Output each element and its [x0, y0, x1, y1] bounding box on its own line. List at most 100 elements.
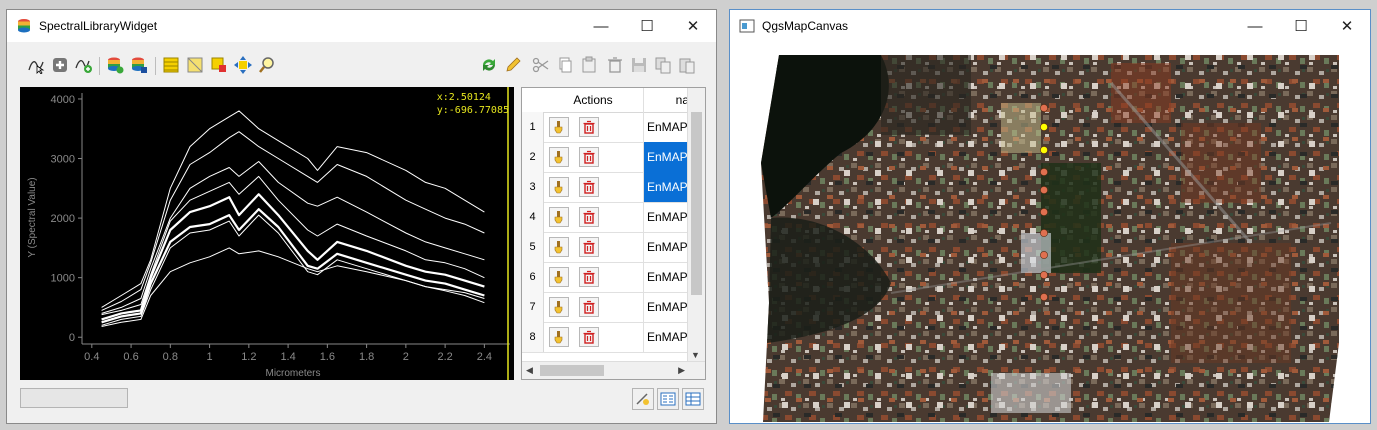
zoom-to-selection-icon[interactable]: [256, 54, 278, 76]
profile-location-point[interactable]: [1040, 186, 1048, 194]
scroll-left-arrow-icon[interactable]: ◀: [526, 365, 533, 376]
profile-location-point[interactable]: [1040, 251, 1048, 259]
trash-icon: [583, 180, 595, 194]
cursor-x-readout: x:2.50124: [436, 92, 491, 103]
table-view-button[interactable]: [682, 388, 704, 410]
reload-icon[interactable]: [478, 54, 500, 76]
paste-icon[interactable]: [578, 54, 600, 76]
remove-profile-button[interactable]: [579, 297, 599, 317]
edit-profile-button[interactable]: [549, 237, 569, 257]
delete-icon[interactable]: [604, 54, 626, 76]
horizontal-scroll-thumb[interactable]: [540, 365, 604, 376]
select-profile-icon-2[interactable]: [208, 54, 230, 76]
copy-table-icon[interactable]: [652, 54, 674, 76]
table-row[interactable]: 3 EnMAP: [522, 172, 689, 203]
form-view-button[interactable]: [657, 388, 679, 410]
table-row[interactable]: 5 EnMAP: [522, 232, 688, 263]
save-icon[interactable]: [628, 54, 650, 76]
x-tick-label: 1.2: [241, 351, 256, 363]
cut-icon[interactable]: [530, 54, 552, 76]
vertical-scroll-thumb[interactable]: [691, 112, 702, 295]
move-to-selection-icon[interactable]: [232, 54, 254, 76]
import-library-icon[interactable]: [104, 54, 126, 76]
edit-profile-button[interactable]: [549, 207, 569, 227]
scroll-down-arrow-icon[interactable]: ▼: [691, 350, 700, 360]
brush-icon: [554, 211, 563, 224]
profile-location-point[interactable]: [1040, 146, 1048, 154]
y-tick-label: 3000: [51, 154, 75, 166]
edit-profile-button[interactable]: [549, 297, 569, 317]
attribute-table-icon[interactable]: [160, 54, 182, 76]
row-number[interactable]: 8: [522, 322, 544, 352]
close-button[interactable]: ✕: [1324, 10, 1370, 42]
profile-location-point[interactable]: [1040, 123, 1048, 131]
attribute-table[interactable]: Actions na 1 EnMAP 2 EnMAP 3 EnMAP 4 EnMAP 5 EnMA…: [521, 87, 706, 380]
profile-location-point[interactable]: [1040, 293, 1048, 301]
profile-name-cell[interactable]: EnMAP: [643, 232, 689, 262]
minimize-button[interactable]: —: [578, 10, 624, 42]
remove-profile-button[interactable]: [579, 267, 599, 287]
edit-profile-button[interactable]: [549, 327, 569, 347]
copy-icon[interactable]: [554, 54, 576, 76]
remove-profile-button[interactable]: [579, 327, 599, 347]
close-button[interactable]: ✕: [670, 10, 716, 42]
profile-name-cell[interactable]: EnMAP: [643, 172, 689, 202]
y-tick-label: 1000: [51, 273, 75, 285]
add-profile-auto-icon[interactable]: [73, 54, 95, 76]
remove-profile-button[interactable]: [579, 177, 599, 197]
profile-location-point[interactable]: [1040, 104, 1048, 112]
vertical-scrollbar[interactable]: ▼: [687, 88, 705, 362]
spectral-profile-line: [101, 131, 485, 311]
profile-name-cell[interactable]: EnMAP: [643, 202, 689, 232]
profile-location-point[interactable]: [1040, 168, 1048, 176]
horizontal-scrollbar[interactable]: ◀ ▶: [522, 361, 705, 379]
table-row[interactable]: 4 EnMAP: [522, 202, 688, 233]
toggle-editing-icon[interactable]: [184, 54, 206, 76]
remove-profile-button[interactable]: [579, 117, 599, 137]
edit-profile-button[interactable]: [549, 177, 569, 197]
edit-profile-button[interactable]: [549, 117, 569, 137]
profile-location-point[interactable]: [1040, 229, 1048, 237]
select-profile-icon[interactable]: [25, 54, 47, 76]
x-axis-label: Micrometers: [265, 368, 320, 379]
profile-name-cell[interactable]: EnMAP: [643, 142, 689, 172]
export-library-icon[interactable]: [128, 54, 150, 76]
table-row[interactable]: 6 EnMAP: [522, 262, 688, 293]
remove-profile-button[interactable]: [579, 237, 599, 257]
profile-location-point[interactable]: [1040, 271, 1048, 279]
row-number[interactable]: 6: [522, 262, 544, 292]
add-profile-icon[interactable]: [49, 54, 71, 76]
scroll-right-arrow-icon[interactable]: ▶: [678, 365, 685, 376]
paste-table-icon[interactable]: [676, 54, 698, 76]
row-number[interactable]: 1: [522, 112, 544, 142]
map-canvas[interactable]: [731, 43, 1369, 422]
row-number[interactable]: 5: [522, 232, 544, 262]
profile-name-cell[interactable]: EnMAP: [643, 322, 689, 352]
profile-settings-button[interactable]: [632, 388, 654, 410]
profile-name-cell[interactable]: EnMAP: [643, 292, 689, 322]
x-tick-label: 2.2: [437, 351, 452, 363]
edit-profile-button[interactable]: [549, 267, 569, 287]
column-header-actions[interactable]: Actions: [543, 88, 643, 112]
table-row[interactable]: 8 EnMAP: [522, 322, 688, 353]
profile-name-cell[interactable]: EnMAP: [643, 262, 689, 292]
spectral-plot[interactable]: 0 1000 2000 3000 4000 0.4 0.6 0.8 1 1.2 1.4 1.6 1.8 2…: [20, 87, 514, 380]
remove-profile-button[interactable]: [579, 207, 599, 227]
edit-pencil-icon[interactable]: [502, 54, 524, 76]
maximize-button[interactable]: ☐: [1278, 10, 1324, 42]
edit-profile-button[interactable]: [549, 147, 569, 167]
table-row[interactable]: 7 EnMAP: [522, 292, 688, 323]
table-row[interactable]: 2 EnMAP: [522, 142, 689, 173]
minimize-button[interactable]: —: [1232, 10, 1278, 42]
row-number[interactable]: 7: [522, 292, 544, 322]
row-number[interactable]: 3: [522, 172, 544, 202]
row-number[interactable]: 2: [522, 142, 544, 172]
maximize-button[interactable]: ☐: [624, 10, 670, 42]
remove-profile-button[interactable]: [579, 147, 599, 167]
column-header-name[interactable]: na: [643, 88, 693, 112]
table-row[interactable]: 1 EnMAP: [522, 112, 688, 143]
row-number[interactable]: 4: [522, 202, 544, 232]
profile-name-cell[interactable]: EnMAP: [643, 112, 689, 142]
profile-location-point[interactable]: [1040, 208, 1048, 216]
x-tick-label: 0.8: [163, 351, 178, 363]
